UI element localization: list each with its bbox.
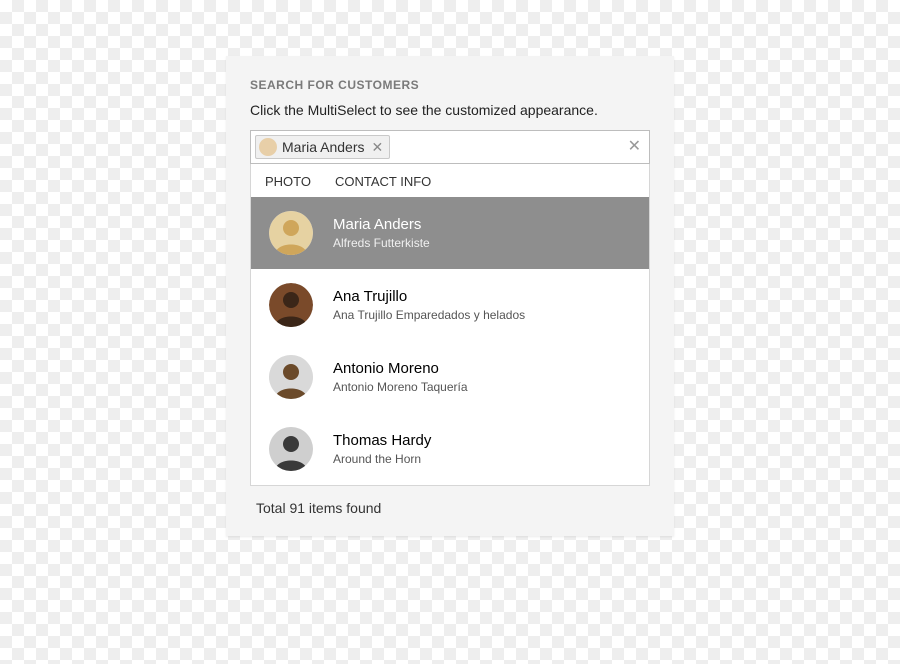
demo-panel: SEARCH FOR CUSTOMERS Click the MultiSele… (226, 56, 674, 536)
contact-company: Antonio Moreno Taquería (333, 380, 468, 394)
avatar (269, 283, 313, 327)
contact-company: Alfreds Futterkiste (333, 236, 430, 250)
list-item[interactable]: Maria Anders Alfreds Futterkiste (251, 197, 649, 269)
clear-all-icon[interactable]: ✕ (628, 139, 641, 155)
contact-info: Thomas Hardy Around the Horn (333, 432, 431, 466)
dropdown-popup: PHOTO CONTACT INFO Maria Anders Alfreds F… (250, 164, 650, 486)
contact-info: Antonio Moreno Antonio Moreno Taquería (333, 360, 468, 394)
footer-total: Total 91 items found (250, 486, 650, 518)
header-photo: PHOTO (265, 174, 335, 189)
contact-info: Ana Trujillo Ana Trujillo Emparedados y h… (333, 288, 525, 322)
contact-name: Thomas Hardy (333, 432, 431, 449)
dropdown-header: PHOTO CONTACT INFO (251, 164, 649, 197)
customer-multiselect[interactable]: Maria Anders ✕ ✕ (250, 130, 650, 164)
contact-info: Maria Anders Alfreds Futterkiste (333, 216, 430, 250)
avatar (269, 427, 313, 471)
contact-company: Ana Trujillo Emparedados y helados (333, 308, 525, 322)
chip-avatar (259, 138, 277, 156)
contact-name: Maria Anders (333, 216, 430, 233)
chip-remove-icon[interactable]: ✕ (369, 140, 385, 154)
header-contact: CONTACT INFO (335, 174, 431, 189)
instructions-text: Click the MultiSelect to see the customi… (250, 102, 650, 118)
contact-company: Around the Horn (333, 452, 431, 466)
avatar (269, 211, 313, 255)
list-item[interactable]: Ana Trujillo Ana Trujillo Emparedados y h… (251, 269, 649, 341)
avatar (269, 355, 313, 399)
list-item[interactable]: Thomas Hardy Around the Horn (251, 413, 649, 485)
selected-chip[interactable]: Maria Anders ✕ (255, 135, 390, 159)
contact-name: Antonio Moreno (333, 360, 468, 377)
list-item[interactable]: Antonio Moreno Antonio Moreno Taquería (251, 341, 649, 413)
section-heading: SEARCH FOR CUSTOMERS (250, 78, 650, 92)
chip-label: Maria Anders (282, 139, 364, 155)
contact-name: Ana Trujillo (333, 288, 525, 305)
dropdown-list: Maria Anders Alfreds Futterkiste Ana Truj… (251, 197, 649, 485)
